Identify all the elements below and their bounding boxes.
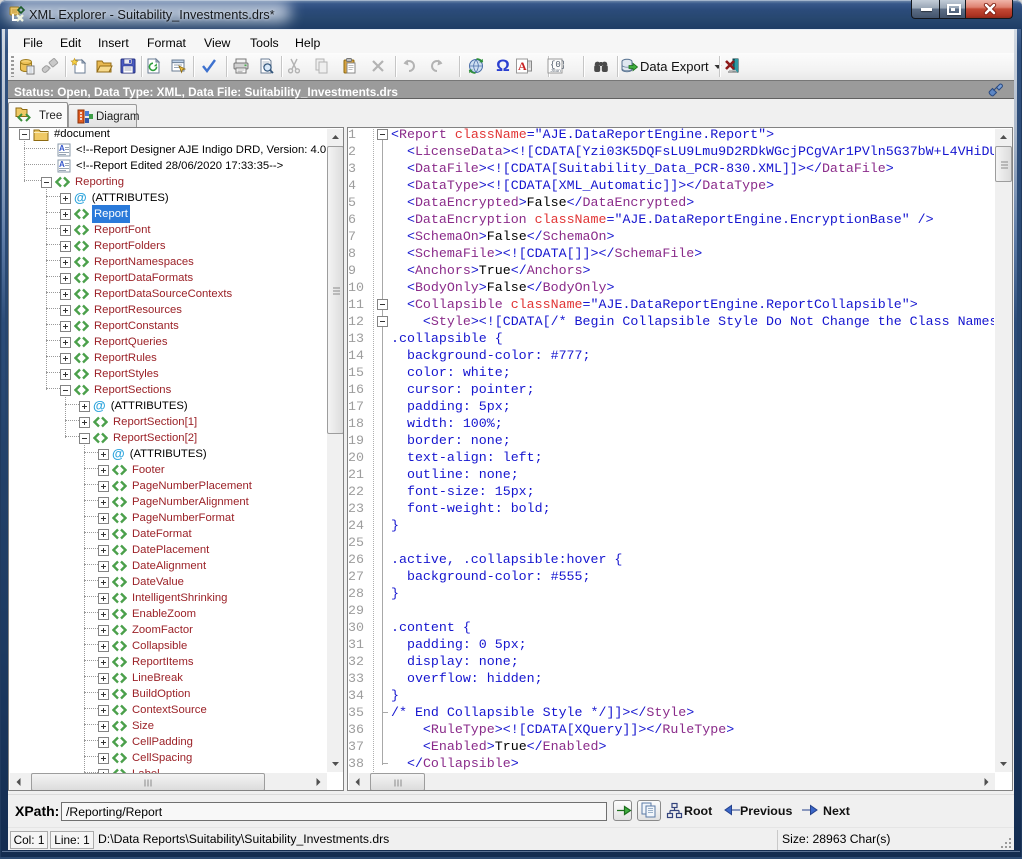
svg-text:A: A [518, 59, 527, 73]
svg-text:A: A [59, 144, 65, 153]
svg-text:A: A [59, 160, 65, 169]
svg-text:JSon: JSon [551, 68, 562, 73]
